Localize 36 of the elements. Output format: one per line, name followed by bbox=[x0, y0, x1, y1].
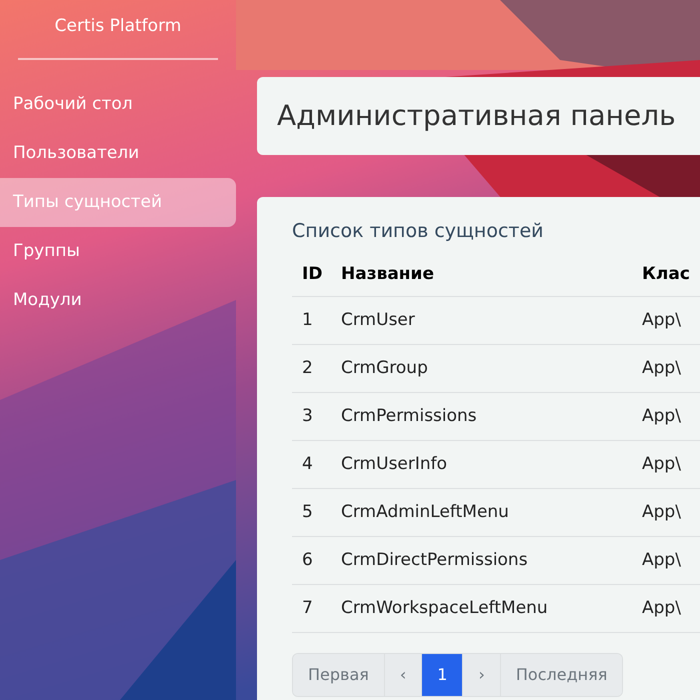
table-cell-text: CrmDirectPermissions bbox=[341, 548, 529, 572]
pagination-button[interactable]: ‹ bbox=[384, 654, 422, 696]
table-cell-text: CrmUserInfo bbox=[341, 452, 448, 476]
pagination-button[interactable]: › bbox=[462, 654, 500, 696]
table-cell-text: CrmUser bbox=[341, 308, 416, 332]
table-cell-text: App\ bbox=[642, 596, 681, 620]
table-cell-text: 2 bbox=[301, 356, 314, 380]
table-cell-text: 1 bbox=[301, 308, 314, 332]
brand-title: Certis Platform bbox=[54, 15, 182, 38]
page-title: Административная панель bbox=[277, 98, 676, 134]
pagination-button[interactable]: 1 bbox=[421, 654, 462, 696]
sidebar-item[interactable]: Рабочий стол bbox=[0, 80, 236, 129]
table-cell-text: App\ bbox=[642, 356, 681, 380]
table-cell-text: 3 bbox=[301, 404, 314, 428]
table-cell-text: 6 bbox=[301, 548, 314, 572]
table-cell-text: 4 bbox=[301, 452, 314, 476]
pagination-button[interactable]: Первая bbox=[293, 654, 384, 696]
table-cell-text: CrmAdminLeftMenu bbox=[341, 500, 510, 524]
column-header: ID bbox=[301, 262, 324, 286]
table-cell-text: App\ bbox=[642, 452, 681, 476]
table-cell-text: 5 bbox=[301, 500, 314, 524]
table-cell-text: CrmWorkspaceLeftMenu bbox=[341, 596, 549, 620]
table-cell-text: CrmPermissions bbox=[341, 404, 478, 428]
column-header: Название bbox=[341, 262, 435, 286]
table-cell-text: 7 bbox=[301, 596, 314, 620]
table-cell-text: App\ bbox=[642, 500, 681, 524]
table-cell-text: CrmGroup bbox=[341, 356, 429, 380]
sidebar-item[interactable]: Пользователи bbox=[0, 129, 236, 178]
table-cell-text: App\ bbox=[642, 548, 681, 572]
table-cell-text: App\ bbox=[642, 308, 681, 332]
pagination-button[interactable]: Последняя bbox=[500, 654, 622, 696]
sidebar-item[interactable]: Группы bbox=[0, 227, 236, 276]
sidebar-item[interactable]: Модули bbox=[0, 276, 236, 325]
card-title: Список типов сущностей bbox=[292, 219, 545, 244]
table-cell-text: App\ bbox=[642, 404, 681, 428]
column-header: Клас bbox=[642, 262, 690, 286]
